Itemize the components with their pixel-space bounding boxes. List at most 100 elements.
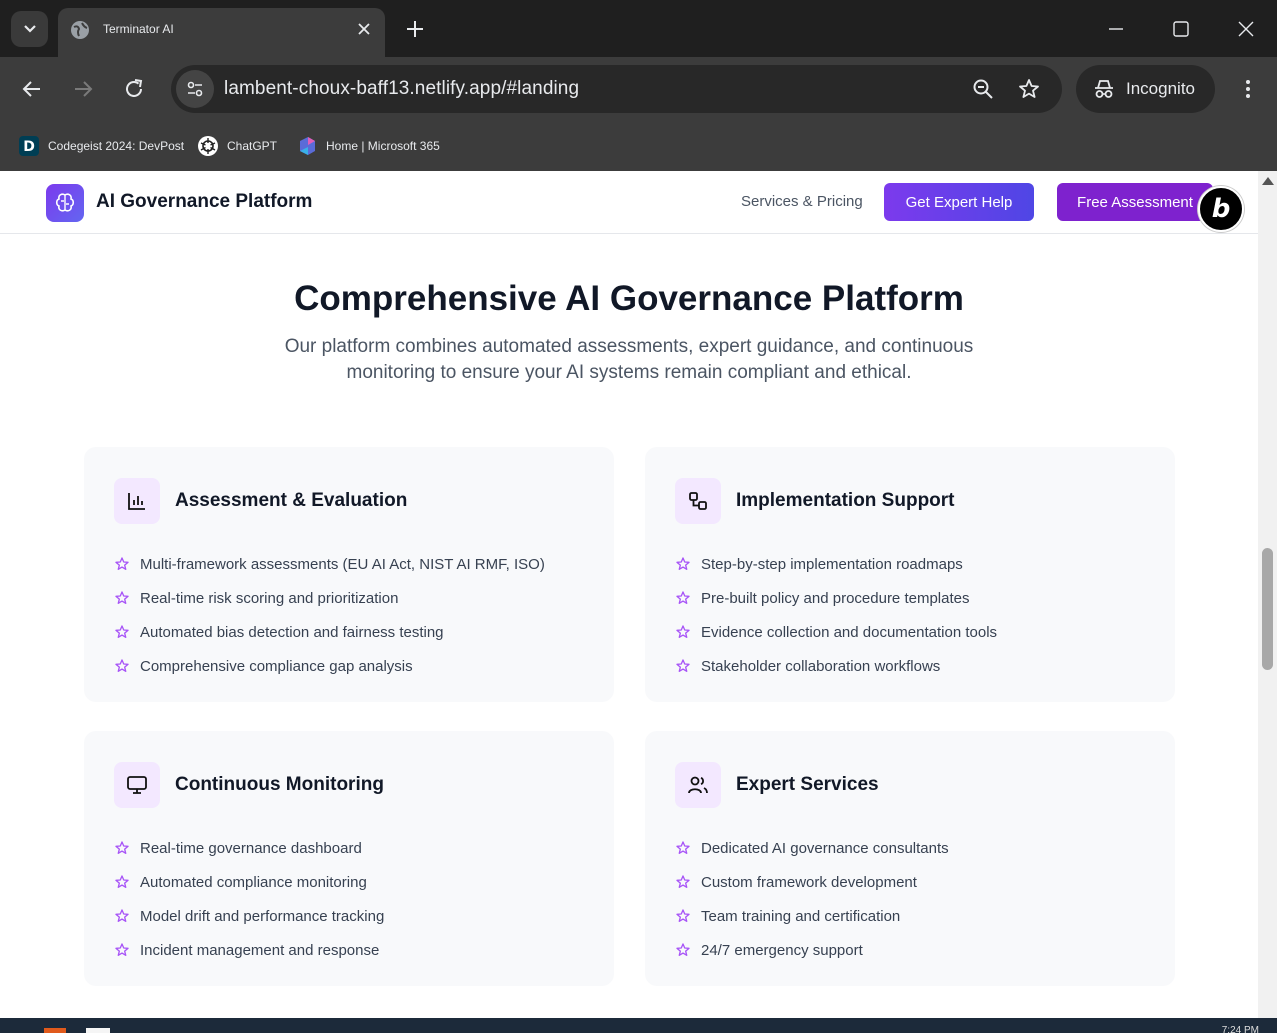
feature-text: Real-time risk scoring and prioritizatio… [140, 589, 399, 607]
list-item: Team training and certification [675, 899, 949, 933]
more-menu-icon[interactable] [1238, 77, 1258, 101]
tab-title: Terminator AI [103, 22, 174, 36]
taskbar-app-icon[interactable] [86, 1028, 110, 1033]
list-item: Automated bias detection and fairness te… [114, 615, 545, 649]
devpost-icon: D [18, 135, 40, 157]
list-item: Multi-framework assessments (EU AI Act, … [114, 547, 545, 581]
star-icon [676, 875, 690, 888]
users-icon [675, 762, 721, 808]
bookmark-chatgpt[interactable]: ChatGPT [197, 132, 277, 160]
feature-text: Automated compliance monitoring [140, 873, 367, 891]
star-icon [115, 557, 129, 570]
scroll-thumb[interactable] [1262, 548, 1273, 670]
star-icon [115, 625, 129, 638]
feature-text: Model drift and performance tracking [140, 907, 385, 925]
globe-icon [71, 21, 89, 39]
url-text[interactable]: lambent-choux-baff13.netlify.app/#landin… [224, 78, 579, 100]
feature-text: Multi-framework assessments (EU AI Act, … [140, 555, 545, 573]
list-item: Dedicated AI governance consultants [675, 831, 949, 865]
taskbar-app-icon[interactable] [44, 1028, 66, 1033]
star-icon [115, 841, 129, 854]
feature-list: Real-time governance dashboard Automated… [114, 831, 384, 967]
bookmark-microsoft365[interactable]: Home | Microsoft 365 [296, 132, 440, 160]
new-tab-icon[interactable] [404, 18, 426, 40]
feature-list: Dedicated AI governance consultants Cust… [675, 831, 949, 967]
list-item: Comprehensive compliance gap analysis [114, 649, 545, 683]
feature-text: 24/7 emergency support [701, 941, 863, 959]
feature-card-implementation: Implementation Support Step-by-step impl… [645, 447, 1175, 702]
incognito-label: Incognito [1126, 79, 1195, 98]
bar-chart-icon [114, 478, 160, 524]
feature-text: Evidence collection and documentation to… [701, 623, 998, 641]
scroll-up-arrow-icon[interactable] [1262, 177, 1274, 185]
list-item: Custom framework development [675, 865, 949, 899]
feature-text: Incident management and response [140, 941, 380, 959]
reload-icon[interactable] [122, 77, 146, 101]
microsoft365-icon [296, 135, 318, 157]
feature-card-expert-services: Expert Services Dedicated AI governance … [645, 731, 1175, 986]
free-assessment-button[interactable]: Free Assessment [1057, 183, 1213, 221]
page-scrollbar[interactable] [1258, 171, 1277, 1018]
star-icon [676, 625, 690, 638]
star-icon [676, 841, 690, 854]
feature-card-assessment: Assessment & Evaluation Multi-framework … [84, 447, 614, 702]
card-title: Assessment & Evaluation [175, 490, 408, 511]
incognito-indicator[interactable]: Incognito [1076, 65, 1215, 113]
feature-text: Dedicated AI governance consultants [701, 839, 949, 857]
list-item: Step-by-step implementation roadmaps [675, 547, 997, 581]
star-icon [115, 659, 129, 672]
forward-arrow-icon[interactable] [71, 77, 95, 101]
bolt-badge[interactable]: b [1198, 186, 1244, 232]
close-window-icon[interactable] [1235, 18, 1257, 40]
page-subtitle: Our platform combines automated assessme… [284, 336, 974, 383]
maximize-icon[interactable] [1170, 18, 1192, 40]
star-icon [115, 591, 129, 604]
star-icon [115, 943, 129, 956]
list-item: Incident management and response [114, 933, 384, 967]
star-icon [115, 875, 129, 888]
bookmarks-bar: D Codegeist 2024: DevPost ChatGPT Home |… [0, 121, 1277, 171]
card-title: Implementation Support [736, 490, 955, 511]
minimize-icon[interactable] [1105, 18, 1127, 40]
incognito-icon [1095, 80, 1113, 98]
list-item: Evidence collection and documentation to… [675, 615, 997, 649]
list-item: Stakeholder collaboration workflows [675, 649, 997, 683]
star-icon [676, 591, 690, 604]
site-info-button[interactable] [176, 70, 214, 108]
browser-toolbar: lambent-choux-baff13.netlify.app/#landin… [0, 57, 1277, 121]
brand-name[interactable]: AI Governance Platform [96, 191, 312, 213]
workflow-icon [675, 478, 721, 524]
feature-text: Custom framework development [701, 873, 917, 891]
bookmark-label: Codegeist 2024: DevPost [48, 139, 185, 153]
list-item: Pre-built policy and procedure templates [675, 581, 997, 615]
web-page: AI Governance Platform Services & Pricin… [0, 171, 1258, 1018]
bookmark-devpost[interactable]: D Codegeist 2024: DevPost [18, 132, 184, 160]
active-tab[interactable]: Terminator AI [58, 8, 385, 57]
star-icon [676, 943, 690, 956]
bookmark-label: ChatGPT [227, 139, 278, 153]
chevron-down-icon [23, 25, 36, 33]
get-expert-help-button[interactable]: Get Expert Help [884, 183, 1034, 221]
star-icon [676, 557, 690, 570]
feature-text: Team training and certification [701, 907, 901, 925]
list-item: Model drift and performance tracking [114, 899, 384, 933]
bookmark-star-icon[interactable] [1017, 77, 1041, 101]
address-bar[interactable]: lambent-choux-baff13.netlify.app/#landin… [171, 65, 1062, 113]
tab-strip: Terminator AI [0, 0, 1277, 57]
services-pricing-link[interactable]: Services & Pricing [741, 193, 863, 210]
feature-card-monitoring: Continuous Monitoring Real-time governan… [84, 731, 614, 986]
tab-search-button[interactable] [11, 11, 48, 47]
monitor-icon [114, 762, 160, 808]
brain-logo-icon[interactable] [46, 184, 84, 222]
feature-text: Comprehensive compliance gap analysis [140, 657, 413, 675]
feature-text: Real-time governance dashboard [140, 839, 362, 857]
back-arrow-icon[interactable] [20, 77, 44, 101]
zoom-icon[interactable] [971, 77, 995, 101]
bookmark-label: Home | Microsoft 365 [326, 139, 440, 153]
os-taskbar: 7:24 PM [0, 1018, 1277, 1033]
card-title: Continuous Monitoring [175, 774, 384, 795]
star-icon [676, 659, 690, 672]
close-tab-icon[interactable] [355, 20, 373, 38]
feature-text: Step-by-step implementation roadmaps [701, 555, 963, 573]
star-icon [115, 909, 129, 922]
